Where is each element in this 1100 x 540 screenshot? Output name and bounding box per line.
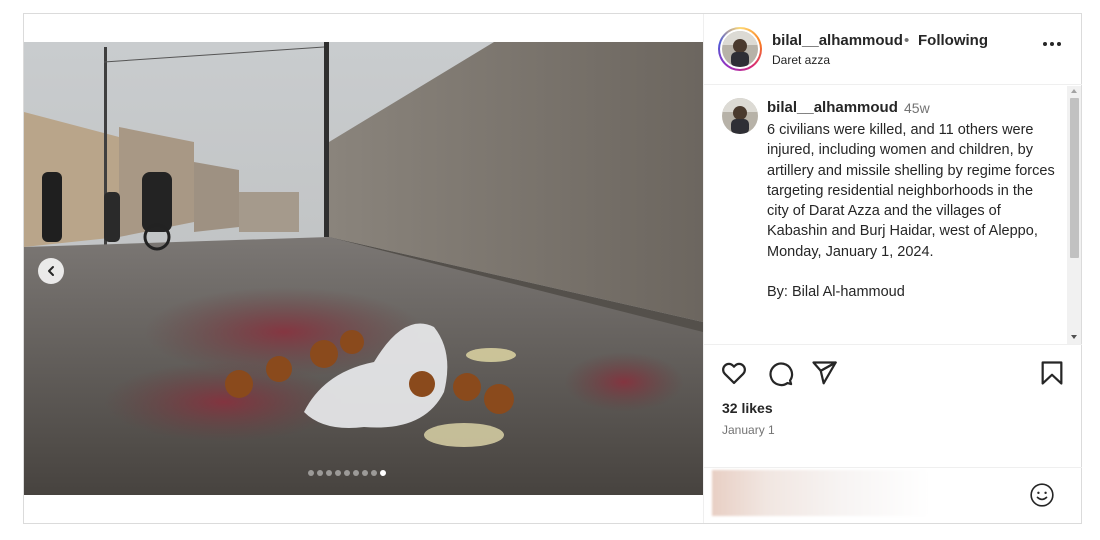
post-location[interactable]: Daret azza <box>772 53 830 67</box>
share-button[interactable] <box>810 359 838 387</box>
comment-icon <box>769 362 794 387</box>
save-button[interactable] <box>1038 359 1066 387</box>
post-photo <box>24 42 703 495</box>
carousel-dots <box>308 470 386 476</box>
scroll-up-arrow[interactable] <box>1071 89 1077 93</box>
heart-icon <box>722 362 746 385</box>
carousel-dot <box>344 470 350 476</box>
caption-username[interactable]: bilal__alhammoud <box>767 99 898 116</box>
carousel-dot <box>371 470 377 476</box>
action-bar <box>704 359 1082 395</box>
share-icon <box>812 361 837 385</box>
carousel-dot <box>380 470 386 476</box>
post-media <box>24 14 703 523</box>
comment-button[interactable] <box>766 359 794 387</box>
author-username[interactable]: bilal__alhammoud <box>772 32 903 49</box>
emoji-button[interactable] <box>1029 482 1055 508</box>
carousel-dot <box>326 470 332 476</box>
caption-scrollbar[interactable] <box>1067 86 1081 344</box>
caption-avatar[interactable] <box>722 98 758 134</box>
caption-time[interactable]: 45w <box>904 100 930 116</box>
caption-text: 6 civilians were killed, and 11 others w… <box>767 122 1055 301</box>
previous-slide-button[interactable] <box>38 258 64 284</box>
scroll-thumb[interactable] <box>1070 98 1079 258</box>
comment-input[interactable] <box>712 470 930 516</box>
post-sidebar: bilal__alhammoud • Following Daret azza <box>703 14 1082 523</box>
bookmark-icon <box>1041 361 1063 385</box>
post-container: bilal__alhammoud • Following Daret azza <box>23 13 1082 524</box>
carousel-dot <box>353 470 359 476</box>
post-date[interactable]: January 1 <box>722 423 775 437</box>
carousel-dot <box>362 470 368 476</box>
likes-count[interactable]: 32 likes <box>722 400 773 416</box>
more-options-button[interactable] <box>1040 34 1064 54</box>
caption-section: bilal__alhammoud 45w 6 civilians were ki… <box>704 86 1082 345</box>
following-button[interactable]: Following <box>918 32 988 49</box>
scroll-down-arrow[interactable] <box>1071 335 1077 339</box>
carousel-dot <box>308 470 314 476</box>
carousel-dot <box>335 470 341 476</box>
post-header: bilal__alhammoud • Following Daret azza <box>704 14 1082 85</box>
like-button[interactable] <box>720 359 748 387</box>
emoji-icon <box>1030 483 1054 507</box>
carousel-dot <box>317 470 323 476</box>
header-separator: • <box>904 32 910 49</box>
more-icon <box>1043 42 1061 46</box>
author-avatar[interactable] <box>718 27 762 71</box>
comment-bar <box>704 467 1082 523</box>
previous-icon <box>48 266 54 276</box>
